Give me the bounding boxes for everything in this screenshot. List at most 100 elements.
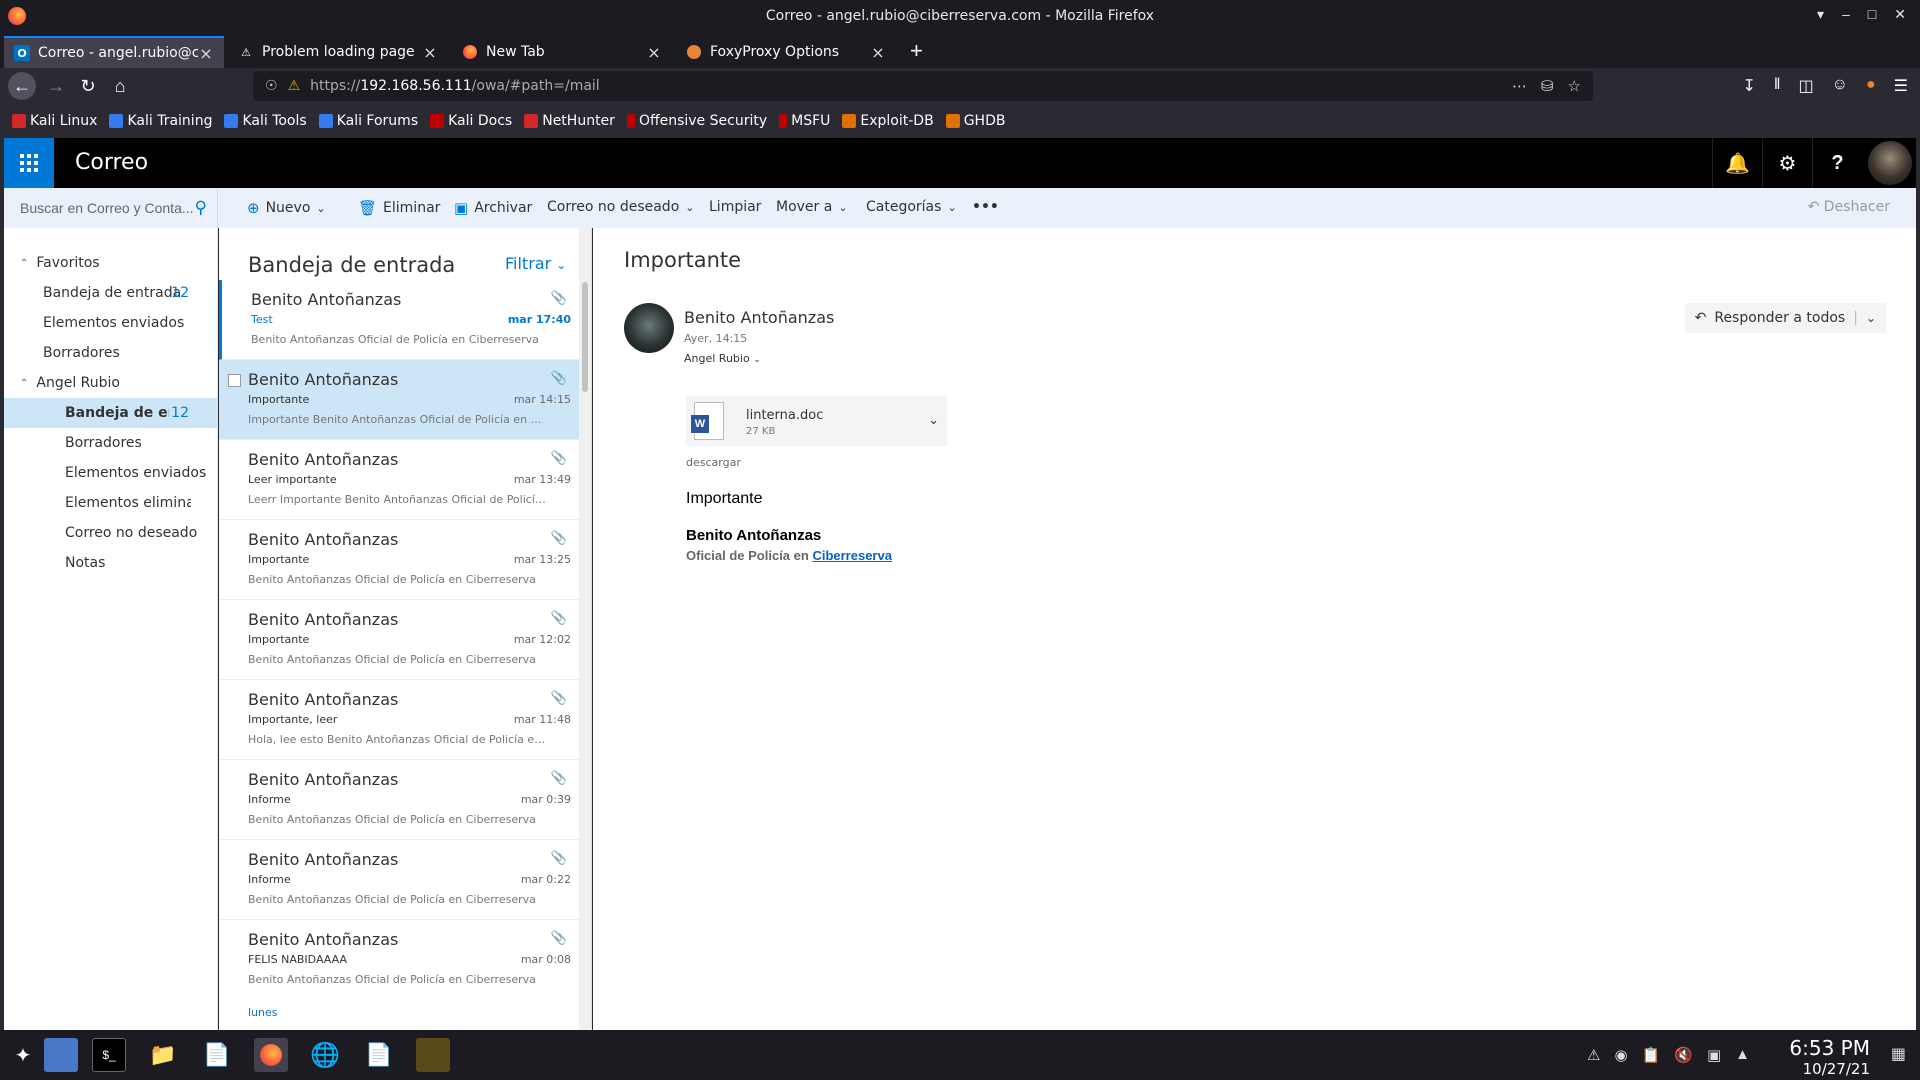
recipient-name[interactable]: Angel Rubio ⌄ [684, 352, 761, 365]
user-avatar[interactable] [1868, 141, 1912, 185]
chevron-down-icon[interactable]: ⌄ [316, 202, 325, 215]
bookmark-kali-forums[interactable]: Kali Forums [318, 113, 418, 129]
chevron-down-icon[interactable]: ⌄ [753, 355, 761, 365]
junk-button[interactable]: Correo no deseado ⌄ [547, 199, 694, 215]
kali-menu-icon[interactable]: ✦ [6, 1038, 40, 1072]
attachment-card[interactable]: W linterna.doc 27 KB ⌄ [686, 396, 947, 446]
bookmark-offensive-security[interactable]: Offensive Security [626, 113, 767, 129]
scrollbar-thumb[interactable] [582, 282, 588, 392]
app-launcher-button[interactable] [4, 138, 54, 188]
signature-org-link[interactable]: Ciberreserva [812, 548, 892, 563]
workspace-switcher[interactable] [44, 1038, 78, 1072]
close-tab-icon[interactable]: × [422, 43, 438, 62]
undo-button[interactable]: ↶ Deshacer [1808, 199, 1890, 215]
tab-foxyproxy[interactable]: FoxyProxy Options × [676, 36, 896, 68]
more-actions-icon[interactable]: ••• [972, 199, 999, 215]
minimize-button[interactable]: – [1842, 6, 1850, 23]
notifications-bell-icon[interactable]: 🔔 [1712, 138, 1762, 188]
categories-button[interactable]: Categorías ⌄ [866, 199, 957, 215]
new-button[interactable]: ⊕ Nuevo ⌄ [247, 199, 326, 217]
move-to-button[interactable]: Mover a ⌄ [776, 199, 848, 215]
text-editor-icon[interactable]: 📄 [200, 1038, 234, 1072]
shield-icon[interactable]: ☉ [265, 78, 278, 94]
insecure-lock-icon[interactable]: ⚠ [288, 78, 301, 94]
show-desktop-icon[interactable]: ▦ [1891, 1044, 1906, 1064]
bookmark-msfu[interactable]: MSFU [779, 113, 830, 129]
message-item[interactable]: Benito Antoñanzas 📎 Importante mar 13:25… [219, 520, 579, 600]
folder-favorite-sent[interactable]: Elementos enviados [4, 308, 217, 338]
search-icon[interactable]: ⚲ [195, 198, 207, 218]
minimize-icon[interactable]: ▾ [1817, 6, 1824, 23]
downloads-icon[interactable]: ↧ [1743, 76, 1756, 96]
tray-expand-icon[interactable]: ▲ [1735, 1046, 1750, 1064]
folder-favorite-drafts[interactable]: Borradores [4, 338, 217, 368]
library-icon[interactable]: ‖ [1774, 76, 1781, 96]
bookmark-kali-training[interactable]: Kali Training [109, 113, 212, 129]
menu-icon[interactable]: ☰ [1894, 76, 1908, 96]
folder-sent[interactable]: Elementos enviados [4, 458, 217, 488]
select-checkbox[interactable] [228, 374, 241, 387]
chevron-down-icon[interactable]: ⌄ [928, 412, 939, 428]
message-list-scrollbar[interactable] [579, 228, 591, 1030]
chevron-down-icon[interactable]: ⌄ [685, 201, 694, 214]
message-item[interactable]: Benito Antoñanzas 📎 FELIS NABIDAAAA mar … [219, 920, 579, 1000]
chevron-up-icon[interactable]: ⌃ [20, 378, 28, 389]
search-input[interactable]: Buscar en Correo y Conta... ⚲ [4, 188, 218, 228]
message-item[interactable]: Benito Antoñanzas 📎 Informe mar 0:39 Ben… [219, 760, 579, 840]
close-tab-icon[interactable]: × [646, 43, 662, 62]
message-item[interactable]: Benito Antoñanzas 📎 Importante mar 14:15… [219, 360, 579, 440]
folder-favorite-inbox[interactable]: Bandeja de entrada 12 [4, 278, 217, 308]
account-group[interactable]: ⌃ Angel Rubio [20, 375, 120, 391]
foxyproxy-toolbar-icon[interactable]: ● [1866, 76, 1876, 96]
folder-inbox[interactable]: Bandeja de entrada12 [4, 398, 217, 428]
folder-drafts[interactable]: Borradores [4, 428, 217, 458]
bookmark-nethunter[interactable]: NetHunter [524, 113, 615, 129]
terminal-icon[interactable]: $_ [92, 1038, 126, 1072]
reload-button[interactable]: ↻ [74, 72, 102, 100]
forward-button[interactable]: → [42, 72, 70, 100]
close-tab-icon[interactable]: × [198, 44, 214, 63]
page-actions-icon[interactable]: ⋯ [1512, 77, 1527, 95]
folder-junk[interactable]: Correo no deseado [4, 518, 217, 548]
bookmark-star-icon[interactable]: ☆ [1568, 77, 1581, 95]
clock[interactable]: 6:53 PM 10/27/21 [1789, 1036, 1870, 1078]
network-tray-icon[interactable]: ▣ [1707, 1046, 1721, 1064]
clipboard-tray-icon[interactable]: 📋 [1642, 1046, 1661, 1064]
sender-name[interactable]: Benito Antoñanzas [684, 308, 834, 327]
sender-avatar[interactable] [624, 303, 674, 353]
network-globe-icon[interactable]: 🌐 [308, 1038, 342, 1072]
message-item[interactable]: Benito Antoñanzas 📎 Importante mar 12:02… [219, 600, 579, 680]
maximize-button[interactable]: □ [1868, 6, 1876, 23]
account-icon[interactable]: ☺ [1832, 76, 1848, 96]
bookmark-kali-tools[interactable]: Kali Tools [224, 113, 307, 129]
new-tab-button[interactable]: + [910, 38, 923, 64]
home-button[interactable]: ⌂ [106, 72, 134, 100]
pocket-icon[interactable]: ⛁ [1541, 77, 1554, 95]
message-item[interactable]: Benito Antoñanzas 📎 Informe mar 0:22 Ben… [219, 840, 579, 920]
bookmark-ghdb[interactable]: GHDB [945, 113, 1005, 129]
tab-new-tab[interactable]: New Tab × [452, 36, 672, 68]
download-link[interactable]: descargar [686, 456, 741, 469]
sweep-button[interactable]: Limpiar [709, 199, 761, 215]
sidebar-icon[interactable]: ◫ [1799, 76, 1814, 96]
folder-deleted[interactable]: Elementos eliminados [4, 488, 217, 518]
reply-all-button[interactable]: ↶ Responder a todos | ⌄ [1684, 303, 1886, 333]
tab-correo[interactable]: O Correo - angel.rubio@ciberreserva.com … [4, 36, 224, 68]
back-button[interactable]: ← [8, 72, 36, 100]
bookmark-exploit-db[interactable]: Exploit-DB [842, 113, 934, 129]
help-icon[interactable]: ? [1812, 138, 1862, 188]
filter-button[interactable]: Filtrar ⌄ [505, 254, 566, 273]
delete-button[interactable]: 🗑 Eliminar [358, 199, 440, 217]
firefox-taskbar-icon[interactable] [254, 1038, 288, 1072]
chevron-up-icon[interactable]: ⌃ [20, 258, 28, 269]
document-viewer-icon[interactable]: 📄 [362, 1038, 396, 1072]
bookmark-kali-docs[interactable]: Kali Docs [430, 113, 512, 129]
volume-muted-icon[interactable]: 🔇 [1674, 1046, 1693, 1064]
chevron-down-icon[interactable]: ⌄ [1866, 311, 1876, 325]
close-tab-icon[interactable]: × [870, 43, 886, 62]
bookmark-kali-linux[interactable]: Kali Linux [12, 113, 97, 129]
app-thumbnail-icon[interactable] [416, 1038, 450, 1072]
tab-problem-loading[interactable]: ⚠ Problem loading page × [228, 36, 448, 68]
file-manager-icon[interactable]: 📁 [146, 1038, 180, 1072]
message-item[interactable]: Benito Antoñanzas 📎 Test mar 17:40 Benit… [219, 280, 579, 360]
